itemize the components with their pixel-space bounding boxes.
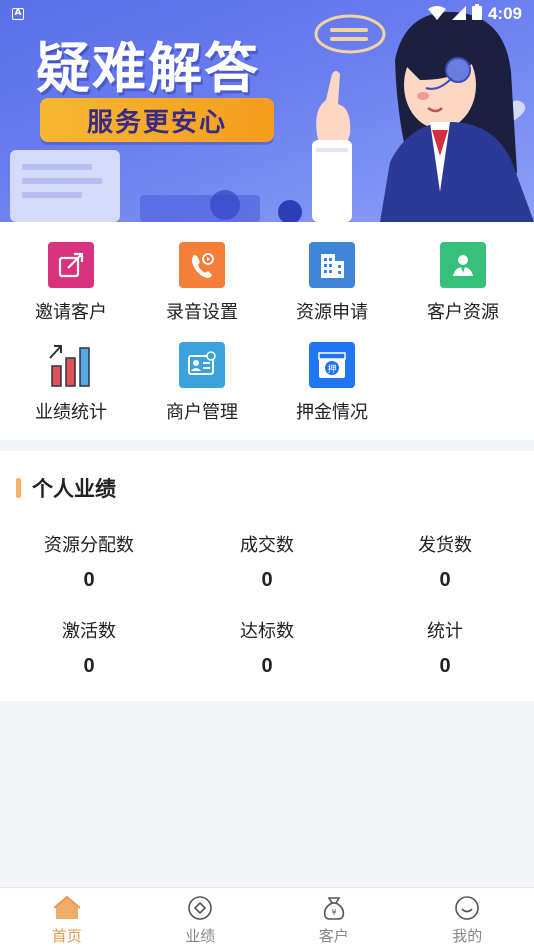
status-time: 4:09 [487,4,522,23]
grid-label: 客户资源 [427,302,499,323]
grid-label: 商户管理 [166,402,238,423]
nav-profile[interactable]: 我的 [401,888,534,950]
stat-deals[interactable]: 成交数 0 [178,531,356,592]
wifi-icon [427,5,446,24]
banner[interactable]: A 4:09 疑难解答 服务更安心 [0,0,534,222]
grid-label: 资源申请 [296,302,368,323]
svg-text:¥: ¥ [331,908,336,917]
stat-value: 0 [83,655,95,677]
svg-text:押: 押 [327,363,336,375]
grid-label: 押金情况 [296,402,368,423]
stat-qualified[interactable]: 达标数 0 [178,617,356,678]
stat-activations[interactable]: 激活数 0 [0,617,178,678]
nav-label: 客户 [318,927,349,945]
stat-label: 统计 [427,621,463,642]
grid-item-deposit-status[interactable]: 押 押金情况 [267,342,397,424]
grid-item-customer-resources[interactable]: 客户资源 [398,242,528,324]
grid-label: 业绩统计 [35,402,107,423]
performance-icon [187,895,213,921]
money-bag-icon: ¥ [321,895,347,921]
customer-icon [440,242,486,288]
stat-label: 达标数 [240,621,294,642]
bottom-nav: 首页 业绩 ¥ 客户 我的 [0,887,534,950]
profile-icon [454,895,480,921]
stat-resource-allocation[interactable]: 资源分配数 0 [0,531,178,592]
stat-value: 0 [261,655,273,677]
grid-item-merchant-management[interactable]: 商户管理 [137,342,267,424]
stat-value: 0 [83,569,95,591]
grid-item-recording-settings[interactable]: 录音设置 [137,242,267,324]
nav-label: 业绩 [185,927,216,945]
function-grid: 邀请客户 录音设置 资源申请 客户资源 业绩统计 商户管理 押 押金情况 [0,222,534,440]
stat-value: 0 [439,569,451,591]
grid-item-performance-stats[interactable]: 业绩统计 [6,342,136,424]
nav-performance[interactable]: 业绩 [134,888,268,950]
notification-a-icon: A [12,8,24,20]
section-title: 个人业绩 [32,477,116,501]
stat-statistics[interactable]: 统计 0 [356,617,534,678]
banner-title: 疑难解答 [36,37,260,100]
stat-label: 发货数 [418,535,472,556]
personal-performance: 个人业绩 资源分配数 0 成交数 0 发货数 0 激活数 0 达标数 0 统计 … [0,451,534,701]
bar-chart-icon [48,342,94,388]
home-icon [53,895,80,921]
stat-value: 0 [261,569,273,591]
phone-record-icon [179,242,225,288]
battery-icon [471,4,482,24]
signal-icon [451,5,466,24]
deposit-box-icon: 押 [309,342,355,388]
share-icon [48,242,94,288]
stat-label: 成交数 [240,535,294,556]
building-icon [309,242,355,288]
grid-item-invite-customer[interactable]: 邀请客户 [6,242,136,324]
nav-label: 我的 [452,927,483,945]
stat-shipments[interactable]: 发货数 0 [356,531,534,592]
nav-home[interactable]: 首页 [0,888,134,950]
id-card-icon [179,342,225,388]
grid-label: 邀请客户 [35,302,107,323]
banner-subtitle: 服务更安心 [40,98,274,142]
grid-item-resource-application[interactable]: 资源申请 [267,242,397,324]
stat-label: 资源分配数 [44,535,134,556]
nav-customers[interactable]: ¥ 客户 [267,888,401,950]
section-accent-bar [16,478,21,498]
stat-value: 0 [439,655,451,677]
status-bar: A 4:09 [0,0,534,28]
stat-label: 激活数 [62,621,116,642]
grid-label: 录音设置 [166,302,238,323]
nav-label: 首页 [51,927,82,945]
